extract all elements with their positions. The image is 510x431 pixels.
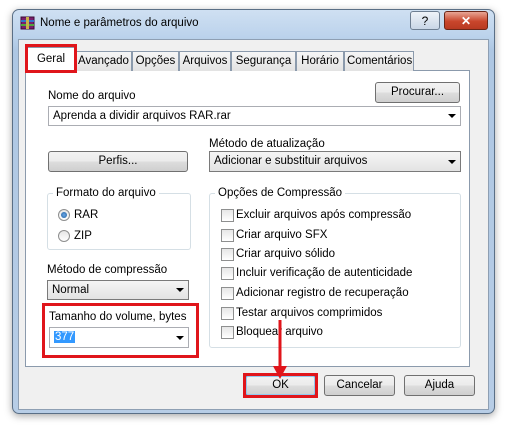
radio-zip[interactable] xyxy=(58,230,70,242)
window-title: Nome e parâmetros do arquivo xyxy=(40,17,199,29)
close-button[interactable]: ✕ xyxy=(444,11,488,30)
compression-method-label: Método de compressão xyxy=(47,264,168,276)
update-method-combo[interactable]: Adicionar e substituir arquivos xyxy=(209,151,461,172)
volume-size-value[interactable]: 377 xyxy=(54,331,76,343)
help-button[interactable]: Ajuda xyxy=(404,375,475,396)
checkbox-lock-archive[interactable] xyxy=(221,326,234,339)
compression-method-value: Normal xyxy=(52,284,90,296)
chevron-down-icon[interactable] xyxy=(448,159,456,164)
tab-time[interactable]: Horário xyxy=(296,51,344,71)
volume-size-label: Tamanho do volume, bytes xyxy=(49,311,187,323)
radio-rar[interactable] xyxy=(58,209,70,221)
update-method-value: Adicionar e substituir arquivos xyxy=(214,155,368,167)
archive-name-combo[interactable]: Aprenda a dividir arquivos RAR.rar xyxy=(48,106,461,126)
radio-zip-label[interactable]: ZIP xyxy=(74,230,92,242)
archive-name-label: Nome do arquivo xyxy=(48,90,136,102)
radio-rar-label[interactable]: RAR xyxy=(74,209,98,221)
browse-button[interactable]: Procurar... xyxy=(375,82,460,103)
checkbox-delete-after[interactable] xyxy=(221,209,234,222)
tab-comments[interactable]: Comentários xyxy=(344,51,414,71)
compression-options-title: Opções de Compressão xyxy=(215,187,346,199)
checkbox-authenticity-label[interactable]: Incluir verificação de autenticidade xyxy=(236,267,412,279)
checkbox-authenticity[interactable] xyxy=(221,267,234,280)
checkbox-solid-archive[interactable] xyxy=(221,248,234,261)
update-method-label: Método de atualização xyxy=(209,138,325,150)
tab-highlight-box xyxy=(25,44,77,73)
annotation-arrow-icon xyxy=(273,320,287,379)
checkbox-solid-archive-label[interactable]: Criar arquivo sólido xyxy=(236,248,335,260)
chevron-down-icon[interactable] xyxy=(176,288,184,292)
checkbox-test-files-label[interactable]: Testar arquivos comprimidos xyxy=(236,307,382,319)
cancel-button[interactable]: Cancelar xyxy=(324,375,395,396)
compression-method-combo[interactable]: Normal xyxy=(47,280,189,300)
title-help-button[interactable]: ? xyxy=(410,11,440,30)
archive-format-title: Formato do arquivo xyxy=(53,187,159,199)
tab-files[interactable]: Arquivos xyxy=(179,51,231,71)
winrar-app-icon xyxy=(20,15,36,31)
volume-size-combo[interactable]: 377 xyxy=(49,327,189,348)
chevron-down-icon[interactable] xyxy=(448,114,456,118)
checkbox-test-files[interactable] xyxy=(221,307,234,320)
tab-security[interactable]: Segurança xyxy=(231,51,296,71)
checkbox-create-sfx[interactable] xyxy=(221,229,234,242)
tab-advanced[interactable]: Avançado xyxy=(75,51,132,71)
tab-options[interactable]: Opções xyxy=(132,51,179,71)
chevron-down-icon[interactable] xyxy=(176,335,184,340)
checkbox-recovery-record-label[interactable]: Adicionar registro de recuperação xyxy=(236,287,409,299)
checkbox-delete-after-label[interactable]: Excluir arquivos após compressão xyxy=(236,209,411,221)
checkbox-create-sfx-label[interactable]: Criar arquivo SFX xyxy=(236,229,327,241)
profiles-button[interactable]: Perfis... xyxy=(48,151,188,172)
archive-format-group xyxy=(47,193,191,250)
checkbox-recovery-record[interactable] xyxy=(221,287,234,300)
archive-name-value: Aprenda a dividir arquivos RAR.rar xyxy=(53,110,231,122)
